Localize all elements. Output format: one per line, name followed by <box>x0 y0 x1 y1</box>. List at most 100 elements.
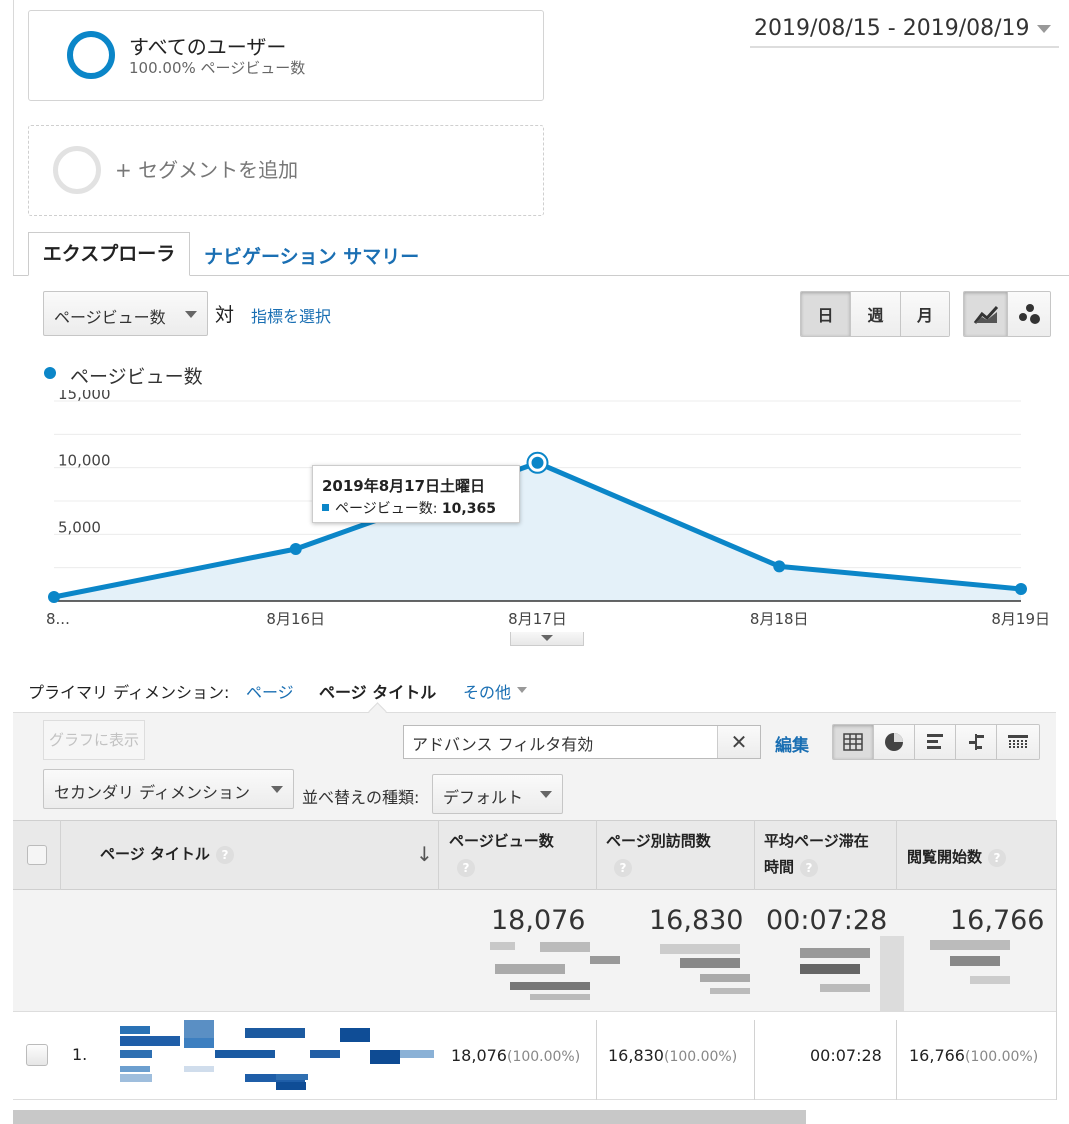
edit-filter-link[interactable]: 編集 <box>775 731 809 756</box>
advanced-filter-box[interactable]: アドバンス フィルタ有効 ✕ <box>403 725 761 759</box>
row-checkbox[interactable] <box>26 1044 48 1066</box>
y-tick-label: 5,000 <box>58 518 101 536</box>
tooltip-date: 2019年8月17日土曜日 <box>322 477 486 495</box>
help-icon[interactable]: ? <box>215 845 234 864</box>
primary-dimension-label: プライマリ ディメンション: <box>28 683 230 702</box>
granularity-toggle: 日 週 月 <box>800 291 950 337</box>
chevron-down-icon <box>540 791 552 798</box>
x-tick-label: 8月17日 <box>508 610 567 628</box>
redacted-page-title[interactable] <box>90 1016 434 1096</box>
column-divider <box>896 1020 897 1100</box>
row-entrances-value: 16,766 <box>909 1046 965 1065</box>
column-header-avg-time[interactable]: 平均ページ滞在 時間? <box>764 828 869 880</box>
segment-subtitle: 100.00% ページビュー数 <box>129 59 306 77</box>
data-point[interactable] <box>1015 583 1027 595</box>
metric-dropdown[interactable]: ページビュー数 <box>43 291 208 336</box>
column-header-entrances[interactable]: 閲覧開始数? <box>907 844 1007 870</box>
tooltip-marker <box>322 504 329 511</box>
comparison-view-icon[interactable] <box>956 725 997 759</box>
redacted-block <box>470 936 1010 1020</box>
granularity-day-button[interactable]: 日 <box>801 292 851 336</box>
row-unique-pageviews: 16,830(100.00%) <box>608 1046 737 1065</box>
date-range-label: 2019/08/15 - 2019/08/19 <box>754 16 1030 41</box>
metric-dropdown-label: ページビュー数 <box>54 308 166 327</box>
column-divider <box>896 820 897 890</box>
data-point[interactable] <box>289 543 302 555</box>
chart-tooltip: 2019年8月17日土曜日 ページビュー数: 10,365 <box>312 465 520 523</box>
pageviews-line-chart[interactable]: 15,000 10,000 5,000 8... 8月16日 8月17日 8月18日 8月19… <box>0 390 1069 630</box>
row-avg-time: 00:07:28 <box>810 1046 882 1065</box>
secondary-dimension-dropdown[interactable]: セカンダリ ディメンション <box>43 769 294 809</box>
column-header-page-title[interactable]: ページ タイトル? <box>100 841 234 867</box>
vs-label: 対 <box>215 304 235 326</box>
select-metric-link[interactable]: 指標を選択 <box>251 303 331 327</box>
column-header-pageviews[interactable]: ページビュー数 ? <box>449 828 554 880</box>
column-header-avg-time-label-1: 平均ページ滞在 <box>764 832 869 850</box>
total-avg-time: 00:07:28 <box>766 905 888 936</box>
y-tick-label: 15,000 <box>58 390 111 403</box>
x-tick-label: 8... <box>46 610 70 628</box>
granularity-month-button[interactable]: 月 <box>901 292 949 336</box>
chevron-down-icon <box>185 311 197 318</box>
column-divider <box>60 820 61 890</box>
column-divider <box>754 820 755 890</box>
column-header-avg-time-label-2: 時間 <box>764 858 795 876</box>
row-entrances: 16,766(100.00%) <box>909 1046 1038 1065</box>
sort-type-label: 並べ替えの種類: <box>302 788 420 807</box>
sort-type-dropdown[interactable]: デフォルト <box>432 774 563 814</box>
column-header-pageviews-label: ページビュー数 <box>449 832 554 850</box>
row-unique-pct: (100.00%) <box>663 1049 738 1065</box>
filter-text: アドバンス フィルタ有効 <box>412 735 594 754</box>
date-range-picker[interactable]: 2019/08/15 - 2019/08/19 <box>750 10 1059 48</box>
plot-rows-button[interactable]: グラフに表示 <box>43 720 145 760</box>
dimension-page-title[interactable]: ページ タイトル <box>319 679 436 703</box>
chevron-down-icon <box>271 786 283 793</box>
dimension-other-dropdown[interactable]: その他 <box>463 679 527 703</box>
chart-expand-handle[interactable] <box>510 632 584 646</box>
column-divider <box>596 1020 597 1100</box>
row-index: 1. <box>72 1045 88 1064</box>
series-area <box>54 462 1021 601</box>
help-icon[interactable]: ? <box>988 848 1007 867</box>
total-pageviews: 18,076 <box>491 905 586 936</box>
granularity-week-button[interactable]: 週 <box>851 292 901 336</box>
motion-chart-icon[interactable] <box>1008 292 1050 336</box>
x-tick-label: 8月18日 <box>750 610 809 628</box>
sort-descending-icon[interactable]: ↓ <box>416 842 433 866</box>
clear-filter-button[interactable]: ✕ <box>717 726 760 758</box>
chevron-down-icon <box>541 635 553 641</box>
add-segment-label: + セグメントを追加 <box>115 158 299 182</box>
segment-ring-icon <box>67 31 115 79</box>
left-border <box>13 0 14 275</box>
data-point-highlighted[interactable] <box>531 456 544 469</box>
help-icon[interactable]: ? <box>614 858 632 877</box>
data-point[interactable] <box>48 591 60 603</box>
horizontal-scrollbar[interactable] <box>13 1110 806 1124</box>
column-divider <box>596 820 597 890</box>
line-chart-icon[interactable] <box>964 292 1008 336</box>
pivot-view-icon[interactable] <box>997 725 1039 759</box>
dimension-page-link[interactable]: ページ <box>246 679 294 703</box>
x-tick-label: 8月19日 <box>991 610 1050 628</box>
tab-navigation-summary[interactable]: ナビゲーション サマリー <box>204 242 419 269</box>
segment-all-users[interactable]: すべてのユーザー 100.00% ページビュー数 <box>28 10 544 101</box>
x-tick-label: 8月16日 <box>266 610 325 628</box>
select-all-checkbox[interactable] <box>27 845 47 865</box>
add-segment-button[interactable]: + セグメントを追加 <box>28 125 544 216</box>
help-icon[interactable]: ? <box>457 858 475 877</box>
table-view-icon[interactable] <box>833 725 874 759</box>
column-header-unique-pageviews[interactable]: ページ別訪問数 ? <box>606 828 711 880</box>
row-pageviews-value: 18,076 <box>451 1046 507 1065</box>
total-unique-pageviews: 16,830 <box>649 905 744 936</box>
data-point[interactable] <box>773 560 786 573</box>
pie-view-icon[interactable] <box>874 725 915 759</box>
chart-type-toggle <box>963 291 1051 337</box>
chevron-down-icon <box>1037 25 1051 33</box>
column-header-entrances-label: 閲覧開始数 <box>907 848 983 866</box>
dimension-other-label: その他 <box>463 683 512 702</box>
performance-view-icon[interactable] <box>915 725 956 759</box>
help-icon[interactable]: ? <box>800 858 819 877</box>
segment-title: すべてのユーザー <box>129 35 287 59</box>
tab-explorer[interactable]: エクスプローラ <box>28 232 190 276</box>
legend-marker <box>44 367 56 379</box>
